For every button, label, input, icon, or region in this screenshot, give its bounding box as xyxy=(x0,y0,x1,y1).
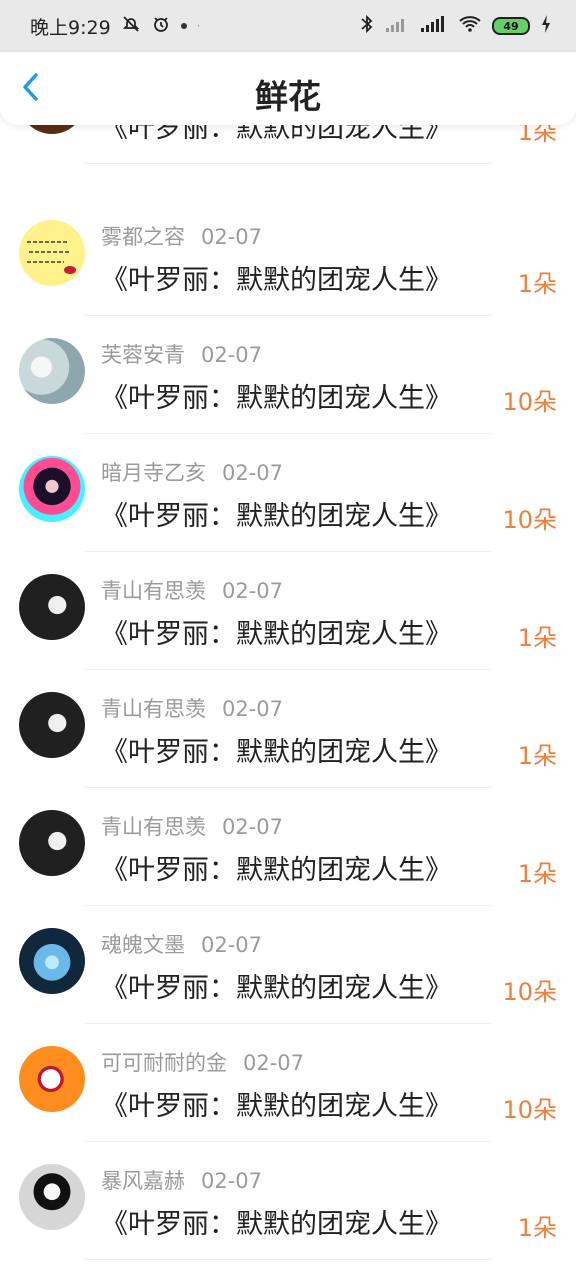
signal-weak-icon xyxy=(385,14,410,38)
user-meta: 暴风嘉赫 02-07 xyxy=(101,1165,262,1195)
book-title[interactable]: 《叶罗丽：默默的团宠人生》 xyxy=(101,1084,452,1123)
flower-record-row[interactable]: 芙蓉安青 02-07 《叶罗丽：默默的团宠人生》 10朵 xyxy=(0,316,576,434)
book-title[interactable]: 《叶罗丽：默默的团宠人生》 xyxy=(101,376,452,415)
status-bar: 晚上9:29 · 49 xyxy=(0,0,576,52)
user-avatar[interactable] xyxy=(19,1164,85,1230)
user-avatar[interactable] xyxy=(19,928,85,994)
battery-icon: 49 xyxy=(492,17,530,35)
book-title[interactable]: 《叶罗丽：默默的团宠人生》 xyxy=(101,1202,452,1241)
username[interactable]: 青山有思羡 xyxy=(101,575,206,605)
row-divider xyxy=(84,163,492,164)
username[interactable]: 可可耐耐的金 xyxy=(101,1047,227,1077)
status-right: 49 xyxy=(359,14,552,38)
user-avatar[interactable] xyxy=(19,692,85,758)
notification-dot-icon: · xyxy=(196,19,201,33)
charging-icon xyxy=(540,14,552,38)
user-meta: 芙蓉安青 02-07 xyxy=(101,339,262,369)
flower-count: 10朵 xyxy=(502,978,557,1006)
book-title[interactable]: 《叶罗丽：默默的团宠人生》 xyxy=(101,966,452,1005)
user-avatar[interactable] xyxy=(19,456,85,522)
flower-record-row[interactable]: 青山有思羡 02-07 《叶罗丽：默默的团宠人生》 1朵 xyxy=(0,552,576,670)
book-title[interactable]: 《叶罗丽：默默的团宠人生》 xyxy=(101,848,452,887)
status-time: 晚上9:29 xyxy=(30,16,111,39)
record-date: 02-07 xyxy=(201,343,263,367)
record-date: 02-07 xyxy=(201,933,263,957)
user-meta: 雾都之容 02-07 xyxy=(101,221,262,251)
user-avatar[interactable] xyxy=(19,1046,85,1112)
flower-record-row[interactable]: 《叶罗丽：默默的团宠人生》 1朵 xyxy=(0,121,576,164)
user-avatar[interactable] xyxy=(19,574,85,640)
username[interactable]: 暗月寺乙亥 xyxy=(101,457,206,487)
flower-record-row[interactable]: 暴风嘉赫 02-07 《叶罗丽：默默的团宠人生》 1朵 xyxy=(0,1142,576,1260)
flower-record-list[interactable]: 《叶罗丽：默默的团宠人生》 1朵 雾都之容 02-07 《叶罗丽：默默的团宠人生… xyxy=(0,121,576,1280)
record-date: 02-07 xyxy=(222,815,284,839)
flower-count: 10朵 xyxy=(502,1096,557,1124)
username[interactable]: 青山有思羡 xyxy=(101,811,206,841)
user-avatar[interactable] xyxy=(19,810,85,876)
camera-indicator-icon xyxy=(180,23,187,29)
flower-record-row[interactable]: 可可耐耐的金 02-07 《叶罗丽：默默的团宠人生》 10朵 xyxy=(0,1024,576,1142)
user-meta: 可可耐耐的金 02-07 xyxy=(101,1047,304,1077)
mute-alarm-icon xyxy=(121,14,141,38)
flower-record-row[interactable]: 雾都之容 02-07 《叶罗丽：默默的团宠人生》 1朵 xyxy=(0,198,576,316)
flower-record-row[interactable]: 青山有思羡 02-07 《叶罗丽：默默的团宠人生》 1朵 xyxy=(0,670,576,788)
user-meta: 青山有思羡 02-07 xyxy=(101,811,283,841)
book-title[interactable]: 《叶罗丽：默默的团宠人生》 xyxy=(101,494,452,533)
record-date: 02-07 xyxy=(222,579,284,603)
flower-count: 1朵 xyxy=(517,860,557,888)
record-date: 02-07 xyxy=(222,461,284,485)
flower-count: 1朵 xyxy=(517,624,557,652)
bluetooth-icon xyxy=(359,14,375,38)
signal-strong-icon xyxy=(420,14,448,38)
flower-record-row[interactable]: 青山有思羡 02-07 《叶罗丽：默默的团宠人生》 1朵 xyxy=(0,788,576,906)
page-title: 鲜花 xyxy=(255,77,321,116)
flower-record-row[interactable]: 魂魄文墨 02-07 《叶罗丽：默默的团宠人生》 10朵 xyxy=(0,906,576,1024)
user-avatar[interactable] xyxy=(19,220,85,286)
username[interactable]: 雾都之容 xyxy=(101,221,185,251)
book-title[interactable]: 《叶罗丽：默默的团宠人生》 xyxy=(101,612,452,651)
user-meta: 青山有思羡 02-07 xyxy=(101,693,283,723)
battery-level: 49 xyxy=(503,19,519,33)
flower-count: 1朵 xyxy=(517,270,557,298)
username[interactable]: 芙蓉安青 xyxy=(101,339,185,369)
flower-count: 1朵 xyxy=(517,1214,557,1242)
row-divider xyxy=(84,1259,492,1260)
user-meta: 魂魄文墨 02-07 xyxy=(101,929,262,959)
wifi-icon xyxy=(458,14,482,38)
book-title[interactable]: 《叶罗丽：默默的团宠人生》 xyxy=(101,730,452,769)
top-navigation: 鲜花 xyxy=(0,52,576,125)
flower-record-row[interactable]: 暗月寺乙亥 02-07 《叶罗丽：默默的团宠人生》 10朵 xyxy=(0,434,576,552)
user-meta: 暗月寺乙亥 02-07 xyxy=(101,457,283,487)
user-avatar[interactable] xyxy=(19,338,85,404)
status-left: 晚上9:29 · xyxy=(30,13,201,40)
flower-count: 10朵 xyxy=(502,388,557,416)
book-title[interactable]: 《叶罗丽：默默的团宠人生》 xyxy=(101,258,452,297)
username[interactable]: 青山有思羡 xyxy=(101,693,206,723)
record-date: 02-07 xyxy=(201,1169,263,1193)
username[interactable]: 魂魄文墨 xyxy=(101,929,185,959)
record-date: 02-07 xyxy=(201,225,263,249)
flower-count: 1朵 xyxy=(517,742,557,770)
record-date: 02-07 xyxy=(222,697,284,721)
record-date: 02-07 xyxy=(243,1051,305,1075)
flower-count: 10朵 xyxy=(502,506,557,534)
alarm-clock-icon xyxy=(151,14,171,38)
username[interactable]: 暴风嘉赫 xyxy=(101,1165,185,1195)
user-meta: 青山有思羡 02-07 xyxy=(101,575,283,605)
